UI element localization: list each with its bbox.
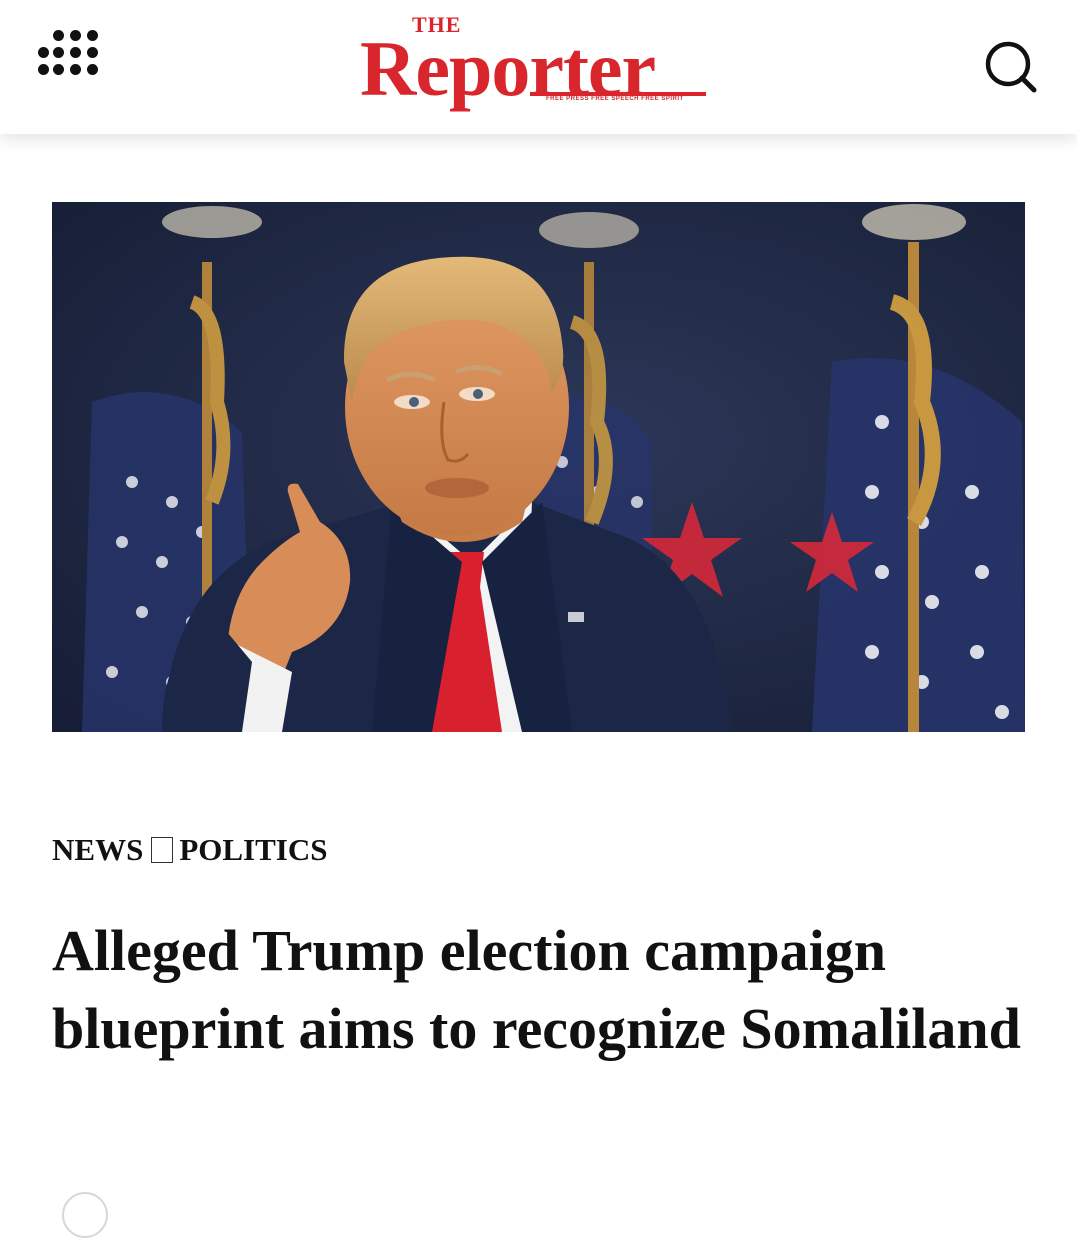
menu-button[interactable] <box>38 28 100 90</box>
author-avatar[interactable] <box>62 1192 108 1238</box>
breadcrumb: NEWS POLITICS <box>52 832 327 868</box>
hero-image[interactable] <box>52 202 1025 732</box>
menu-dot <box>53 64 64 75</box>
site-logo[interactable]: THE Reporter FREE PRESS FREE SPEECH FREE… <box>360 6 720 124</box>
menu-dot <box>53 47 64 58</box>
menu-dot <box>87 47 98 58</box>
menu-dot <box>87 30 98 41</box>
logo-underline <box>530 92 706 96</box>
logo-tagline: FREE PRESS FREE SPEECH FREE SPIRIT <box>546 96 684 102</box>
menu-dot <box>38 47 49 58</box>
menu-dot <box>38 64 49 75</box>
search-icon <box>985 41 1037 93</box>
hero-photo <box>52 202 1025 732</box>
menu-dot <box>87 64 98 75</box>
search-button[interactable] <box>982 38 1038 94</box>
breadcrumb-separator-glyph <box>151 837 174 863</box>
menu-dot <box>70 47 81 58</box>
article-headline[interactable]: Alleged Trump election campaign blueprin… <box>52 912 1032 1068</box>
menu-dot <box>70 64 81 75</box>
breadcrumb-news[interactable]: NEWS <box>52 832 143 868</box>
menu-dot <box>53 30 64 41</box>
site-header: THE Reporter FREE PRESS FREE SPEECH FREE… <box>0 0 1077 134</box>
menu-dot <box>70 30 81 41</box>
breadcrumb-politics[interactable]: POLITICS <box>179 832 327 868</box>
